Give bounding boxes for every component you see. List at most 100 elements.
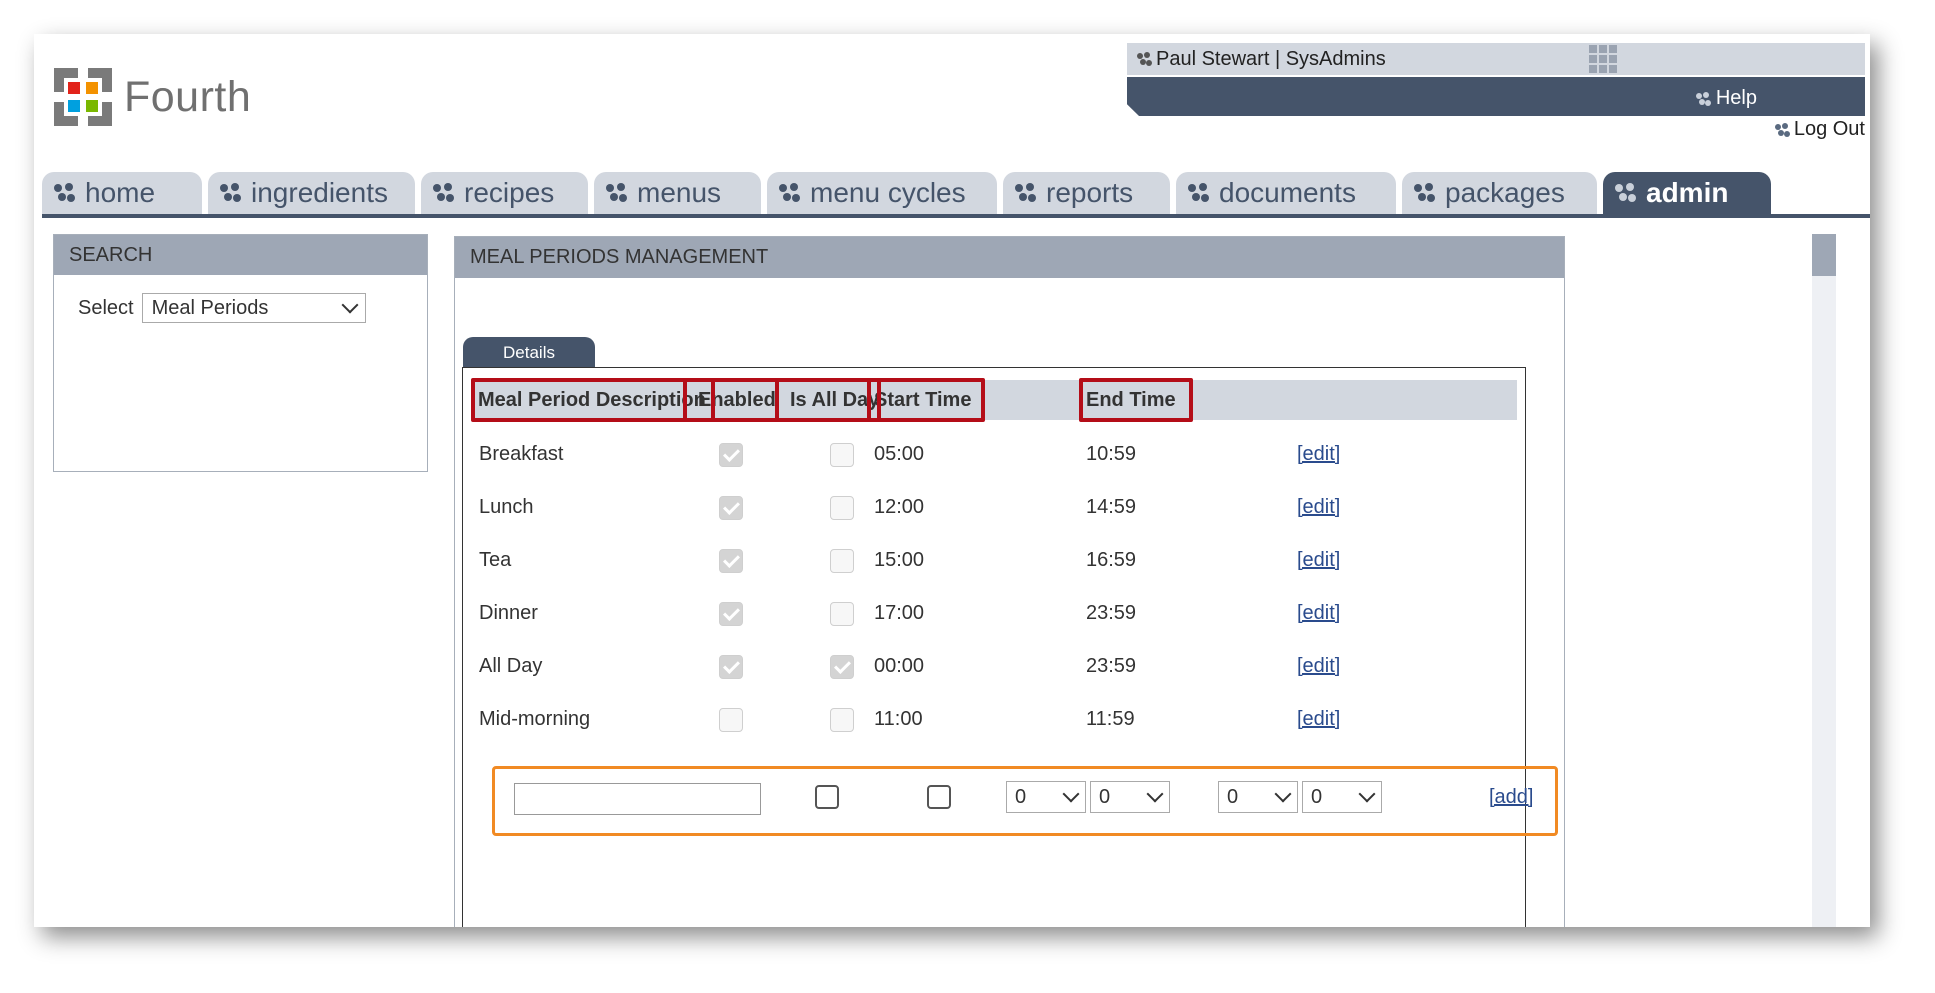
table-row: All Day 00:00 23:59 [edit] — [463, 640, 1525, 693]
tab-admin[interactable]: admin — [1603, 172, 1771, 214]
add-row-highlight: 0 0 0 0 [add] — [492, 766, 1558, 836]
end-minute-select[interactable]: 0 — [1302, 781, 1382, 813]
start-time-cell: 12:00 — [874, 481, 924, 534]
table-row: Lunch 12:00 14:59 [edit] — [463, 481, 1525, 534]
enabled-checkbox — [719, 442, 743, 467]
tab-ingredients[interactable]: ingredients — [208, 172, 415, 214]
logout-link[interactable]: Log Out — [1774, 118, 1865, 141]
tab-documents[interactable]: documents — [1176, 172, 1396, 214]
tab-label: menu cycles — [810, 177, 966, 208]
description-text: Mid-morning — [479, 708, 591, 730]
new-all-day-checkbox[interactable] — [927, 785, 951, 809]
action-cell: [edit] — [1297, 428, 1340, 481]
description-cell: Mid-morning — [479, 693, 590, 746]
scrollbar-thumb[interactable] — [1812, 234, 1836, 276]
start-time-cell: 15:00 — [874, 534, 924, 587]
edit-link[interactable]: [edit] — [1297, 496, 1340, 519]
start-minute-select[interactable]: 0 — [1090, 781, 1170, 813]
highlight-end-time — [1079, 378, 1193, 422]
end-time-text: 23:59 — [1086, 602, 1137, 624]
highlight-enabled — [683, 378, 779, 422]
end-time-cell: 10:59 — [1086, 428, 1136, 481]
search-panel: SEARCH Select Meal Periods — [53, 234, 428, 472]
description-text: Lunch — [479, 496, 534, 518]
admin-tab-icon — [1615, 183, 1636, 203]
add-link[interactable]: [add] — [1489, 786, 1533, 809]
edit-link[interactable]: [edit] — [1297, 655, 1340, 678]
end-time-text: 23:59 — [1086, 655, 1137, 677]
search-title: SEARCH — [54, 235, 427, 275]
chevron-down-icon — [1062, 785, 1080, 803]
panel-title: MEAL PERIODS MANAGEMENT — [455, 237, 1564, 278]
logout-label: Log Out — [1793, 118, 1865, 140]
tab-label: recipes — [464, 177, 555, 208]
tab-label: menus — [637, 177, 722, 208]
end-time-text: 16:59 — [1086, 549, 1137, 571]
chevron-down-icon — [1358, 785, 1376, 803]
description-cell: Breakfast — [479, 428, 563, 481]
tab-recipes[interactable]: recipes — [421, 172, 588, 214]
start-minute-value: 0 — [1099, 785, 1111, 808]
all-day-cell — [830, 428, 854, 481]
action-cell: [edit] — [1297, 693, 1340, 746]
all-day-checkbox — [830, 495, 854, 520]
chevron-down-icon — [1274, 785, 1292, 803]
tab-details[interactable]: Details — [463, 337, 595, 368]
help-label: Help — [1715, 87, 1757, 109]
description-text: Tea — [479, 549, 512, 571]
edit-link[interactable]: [edit] — [1297, 443, 1340, 466]
fourth-logo[interactable]: Fourth — [50, 64, 251, 130]
start-time-text: 05:00 — [874, 443, 925, 465]
tab-menus[interactable]: menus — [594, 172, 761, 214]
all-day-checkbox — [830, 548, 854, 573]
help-link[interactable]: Help — [1695, 87, 1757, 110]
edit-link[interactable]: [edit] — [1297, 708, 1340, 731]
apps-grid-icon[interactable] — [1589, 45, 1621, 73]
new-description-input[interactable] — [514, 783, 761, 815]
home-tab-icon — [54, 183, 75, 203]
reports-tab-icon — [1015, 183, 1036, 203]
start-time-text: 17:00 — [874, 602, 925, 624]
tab-menu-cycles[interactable]: menu cycles — [767, 172, 997, 214]
tab-reports[interactable]: reports — [1003, 172, 1170, 214]
all-day-checkbox — [830, 442, 854, 467]
search-type-select[interactable]: Meal Periods — [141, 293, 366, 323]
all-day-checkbox — [830, 601, 854, 626]
enabled-cell — [719, 534, 743, 587]
tab-label: admin — [1646, 177, 1729, 208]
tab-label: reports — [1046, 177, 1134, 208]
edit-link[interactable]: [edit] — [1297, 602, 1340, 625]
all-day-checkbox — [830, 707, 854, 732]
action-cell: [edit] — [1297, 587, 1340, 640]
start-time-cell: 11:00 — [874, 693, 923, 746]
user-bar: Paul Stewart | SysAdmins — [1127, 43, 1865, 75]
tab-home[interactable]: home — [42, 172, 202, 214]
start-time-text: 15:00 — [874, 549, 925, 571]
end-hour-select[interactable]: 0 — [1218, 781, 1298, 813]
logout-icon — [1774, 122, 1790, 137]
all-day-cell — [830, 481, 854, 534]
user-name[interactable]: Paul Stewart | SysAdmins — [1156, 48, 1386, 71]
edit-link[interactable]: [edit] — [1297, 549, 1340, 572]
help-bar: Help — [1127, 77, 1865, 116]
packages-tab-icon — [1414, 183, 1435, 203]
tab-label: ingredients — [251, 177, 388, 208]
end-time-cell: 11:59 — [1086, 693, 1135, 746]
table-row: Breakfast 05:00 10:59 [edit] — [463, 428, 1525, 481]
end-time-cell: 23:59 — [1086, 640, 1136, 693]
add-row: 0 0 0 0 [add] — [495, 769, 1555, 833]
all-day-cell — [830, 534, 854, 587]
vertical-scrollbar[interactable] — [1812, 234, 1836, 927]
table-row: Mid-morning 11:00 11:59 [edit] — [463, 693, 1525, 746]
fourth-logo-icon — [54, 68, 112, 126]
tab-label: documents — [1219, 177, 1356, 208]
end-time-text: 10:59 — [1086, 443, 1137, 465]
new-enabled-checkbox[interactable] — [815, 785, 839, 809]
tab-packages[interactable]: packages — [1402, 172, 1597, 214]
menu-cycles-tab-icon — [779, 183, 800, 203]
enabled-cell — [719, 587, 743, 640]
description-cell: Lunch — [479, 481, 534, 534]
chevron-down-icon — [341, 296, 359, 314]
start-hour-select[interactable]: 0 — [1006, 781, 1086, 813]
meal-periods-table: Meal Period Description Enabled Is All D… — [462, 367, 1526, 927]
